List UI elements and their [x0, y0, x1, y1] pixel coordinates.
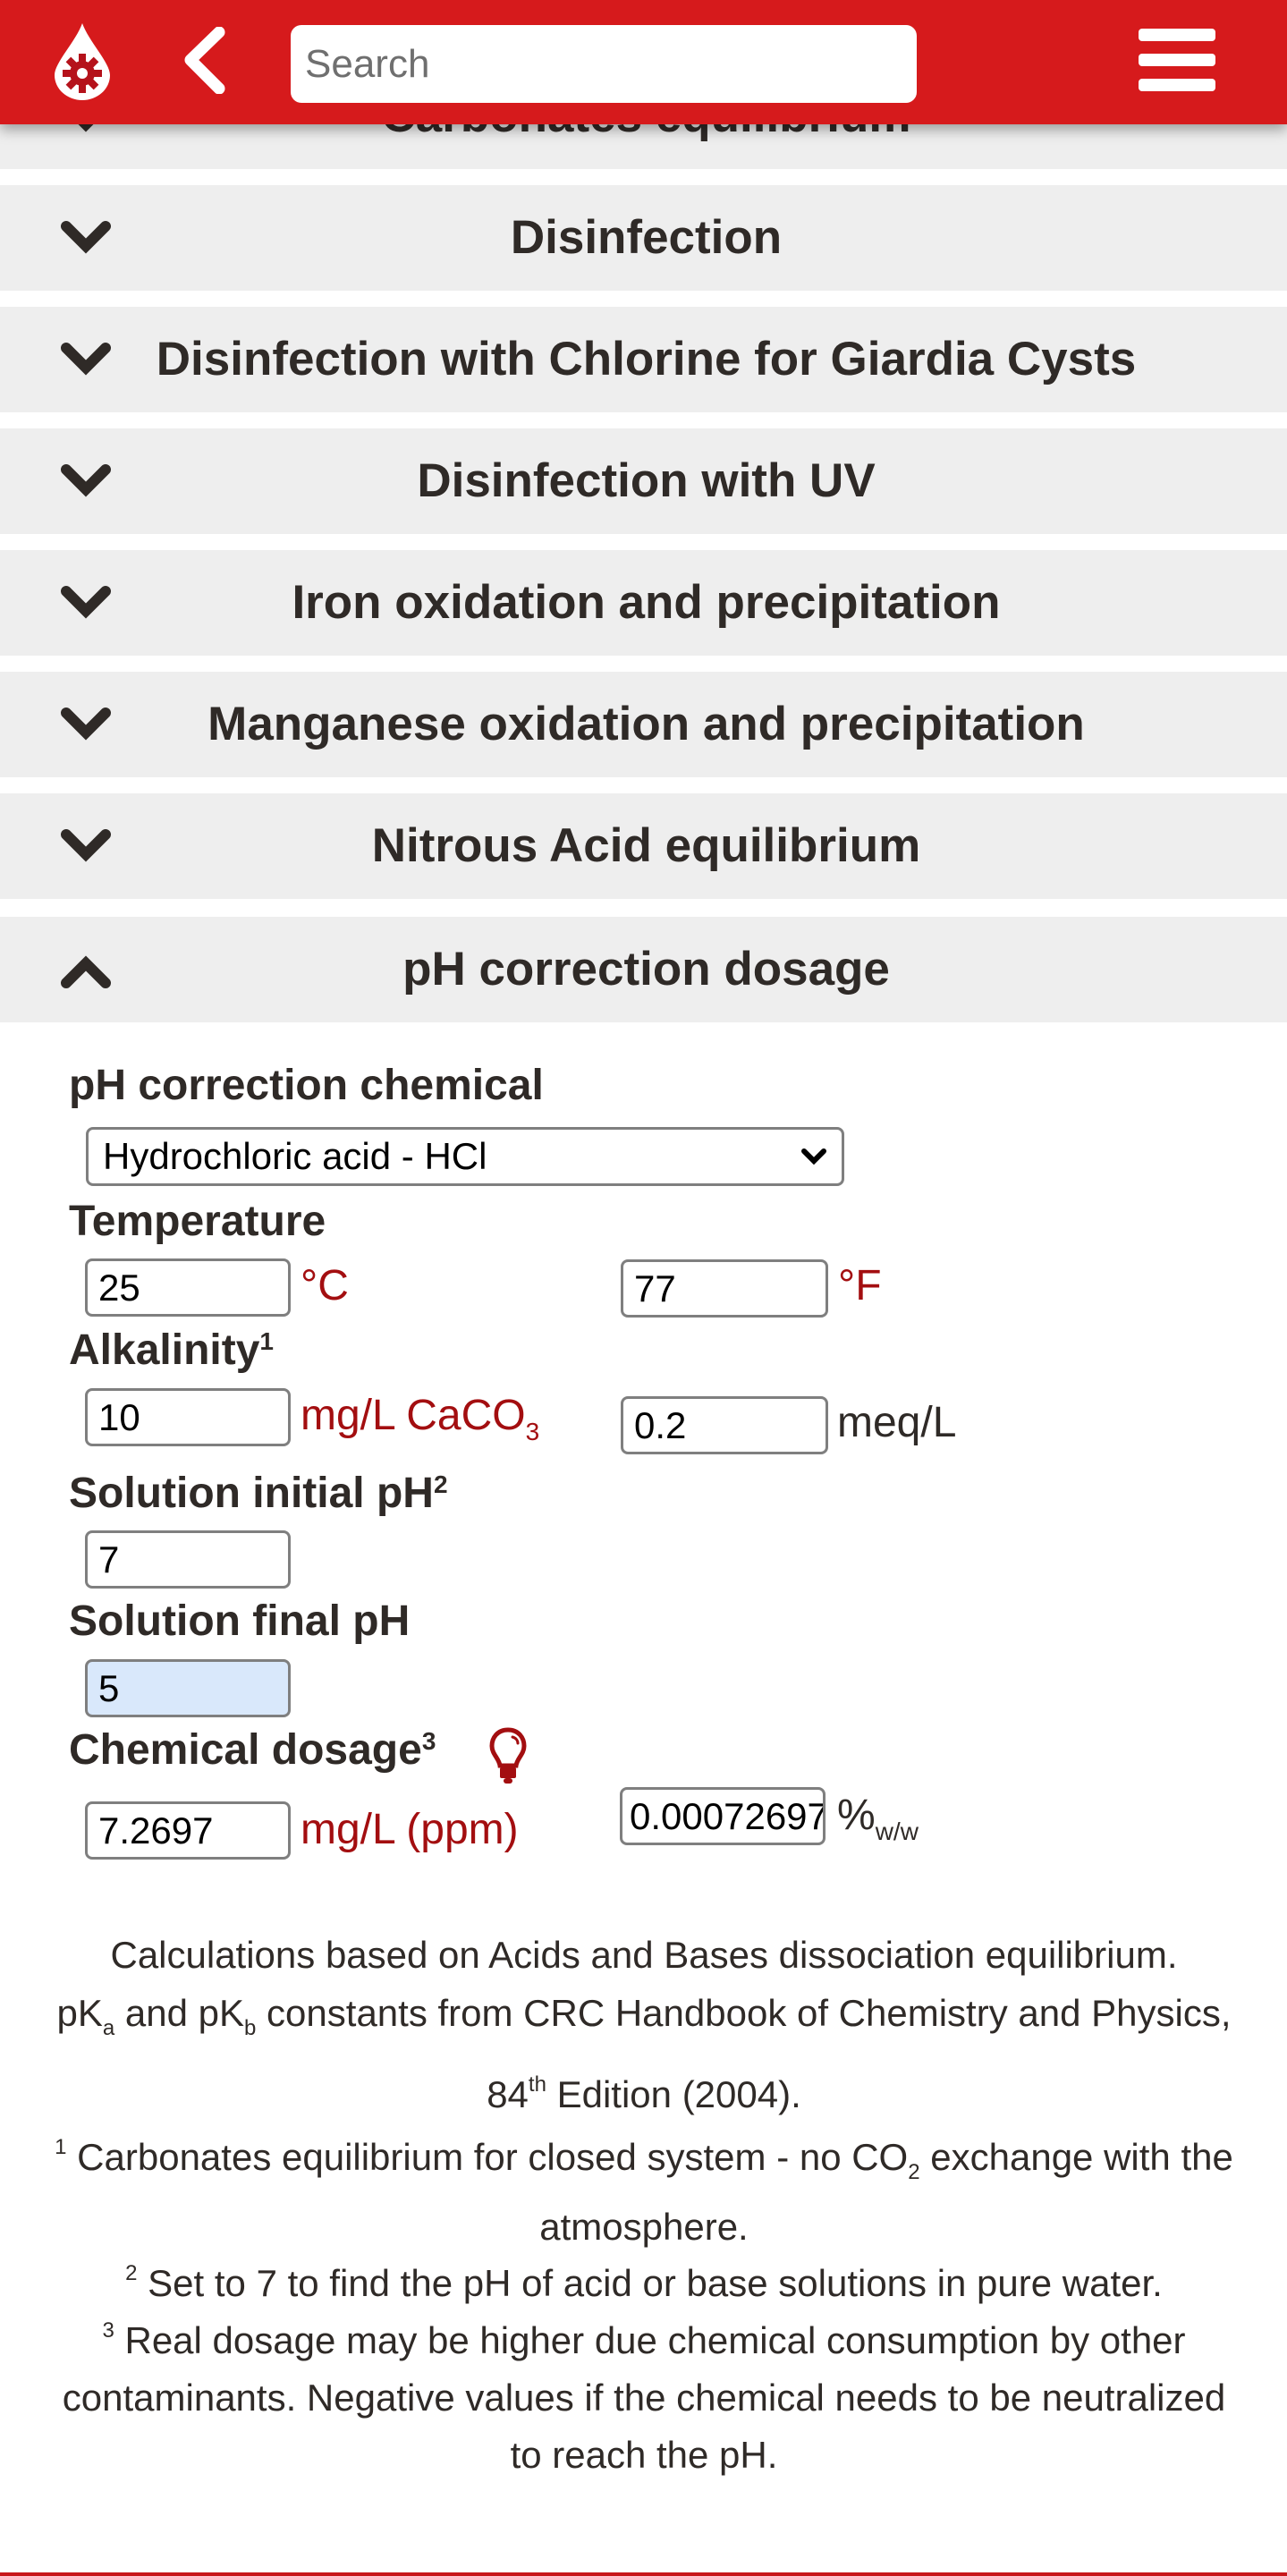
dosage-mgl-unit: mg/L (ppm)	[301, 1806, 519, 1853]
note-text: pK	[56, 1992, 103, 2034]
footnote-mark: 1	[259, 1327, 274, 1355]
back-chevron-left-icon[interactable]	[182, 27, 226, 94]
note-text: Set to 7 to find the pH of acid or base …	[137, 2262, 1163, 2304]
temperature-fahrenheit-input[interactable]	[621, 1259, 828, 1318]
temperature-celsius-input[interactable]	[85, 1258, 291, 1317]
dosage-label-text: Chemical dosage	[69, 1726, 422, 1774]
alkalinity-meq-unit: meq/L	[837, 1399, 957, 1446]
chemical-select-value: Hydrochloric acid - HCl	[103, 1135, 487, 1177]
accordion-item-iron-oxidation[interactable]: Iron oxidation and precipitation	[0, 550, 1287, 656]
bottom-border	[0, 2572, 1287, 2576]
accordion-title: Manganese oxidation and precipitation	[207, 698, 1085, 750]
lightbulb-icon[interactable]	[488, 1726, 528, 1785]
initial-ph-label-text: Solution initial pH	[69, 1470, 434, 1517]
accordion-item-nitrous-acid[interactable]: Nitrous Acid equilibrium	[0, 793, 1287, 899]
celsius-unit: °C	[301, 1262, 349, 1309]
footnote-3: 3 Real dosage may be higher due chemical…	[54, 2312, 1234, 2484]
footnote-mark: 1	[55, 2135, 67, 2159]
unit-subscript: w/w	[875, 1818, 919, 1845]
menu-bar	[1139, 29, 1215, 41]
final-ph-input[interactable]	[85, 1659, 291, 1717]
note-superscript: th	[528, 2072, 546, 2097]
accordion-title: pH correction dosage	[402, 943, 890, 996]
footnote-mark: 2	[125, 2261, 138, 2285]
menu-bar	[1139, 54, 1215, 66]
footnote-2: 2 Set to 7 to find the pH of acid or bas…	[54, 2255, 1234, 2312]
dosage-percent-output[interactable]	[620, 1787, 826, 1845]
note-subscript: 2	[908, 2160, 920, 2184]
note-text: Real dosage may be higher due chemical c…	[62, 2319, 1226, 2476]
note-subscript: a	[102, 2016, 115, 2040]
accordion-item-disinfection-giardia[interactable]: Disinfection with Chlorine for Giardia C…	[0, 307, 1287, 412]
alkalinity-mgl-unit: mg/L CaCO3	[301, 1391, 539, 1445]
note-source: pKa and pKb constants from CRC Handbook …	[54, 1972, 1234, 2135]
chemical-select[interactable]: Hydrochloric acid - HCl	[86, 1127, 844, 1186]
accordion-item-ph-correction[interactable]: pH correction dosage	[0, 917, 1287, 1022]
alkalinity-label: Alkalinity1	[69, 1326, 274, 1375]
accordion-item-manganese-oxidation[interactable]: Manganese oxidation and precipitation	[0, 672, 1287, 777]
unit-text: mg/L CaCO	[301, 1392, 526, 1439]
alkalinity-mgl-input[interactable]	[85, 1388, 291, 1446]
temperature-label: Temperature	[69, 1198, 326, 1245]
note-text: Edition (2004).	[546, 2073, 801, 2115]
accordion-title: Iron oxidation and precipitation	[292, 576, 1001, 629]
accordion-title: Disinfection	[510, 211, 783, 264]
final-ph-label: Solution final pH	[69, 1597, 411, 1645]
unit-subscript: 3	[525, 1418, 540, 1445]
dosage-percent-unit: %w/w	[837, 1791, 919, 1844]
menu-bar	[1139, 79, 1215, 91]
accordion-title: Disinfection with Chlorine for Giardia C…	[156, 333, 1137, 386]
footnote-mark: 2	[433, 1470, 448, 1498]
unit-text: %	[837, 1792, 876, 1839]
accordion-item-disinfection-uv[interactable]: Disinfection with UV	[0, 428, 1287, 534]
calculation-notes: Calculations based on Acids and Bases di…	[54, 1927, 1234, 2484]
hamburger-menu-icon[interactable]	[1139, 27, 1215, 93]
initial-ph-input[interactable]	[85, 1530, 291, 1589]
accordion-title: Nitrous Acid equilibrium	[371, 819, 921, 872]
note-subscript: b	[244, 2016, 257, 2040]
accordion-title: Disinfection with UV	[417, 454, 876, 507]
fahrenheit-unit: °F	[838, 1262, 882, 1309]
dosage-mgl-output[interactable]	[85, 1801, 291, 1860]
footnote-1: 1 Carbonates equilibrium for closed syst…	[54, 2123, 1234, 2262]
initial-ph-label: Solution initial pH2	[69, 1469, 448, 1518]
alkalinity-label-text: Alkalinity	[69, 1326, 260, 1374]
footnote-mark: 3	[102, 2318, 114, 2343]
note-text: Carbonates equilibrium for closed system…	[66, 2136, 909, 2178]
search-input[interactable]	[291, 25, 917, 103]
app-header	[0, 0, 1287, 124]
accordion-item-disinfection[interactable]: Disinfection	[0, 185, 1287, 291]
chemical-label: pH correction chemical	[69, 1062, 544, 1109]
droplet-gear-logo-icon[interactable]	[51, 21, 114, 100]
dosage-label: Chemical dosage3	[69, 1725, 436, 1775]
alkalinity-meq-input[interactable]	[621, 1396, 828, 1454]
note-text: and pK	[114, 1992, 245, 2034]
chevron-down-icon	[801, 1148, 826, 1165]
footnote-mark: 3	[421, 1727, 436, 1755]
